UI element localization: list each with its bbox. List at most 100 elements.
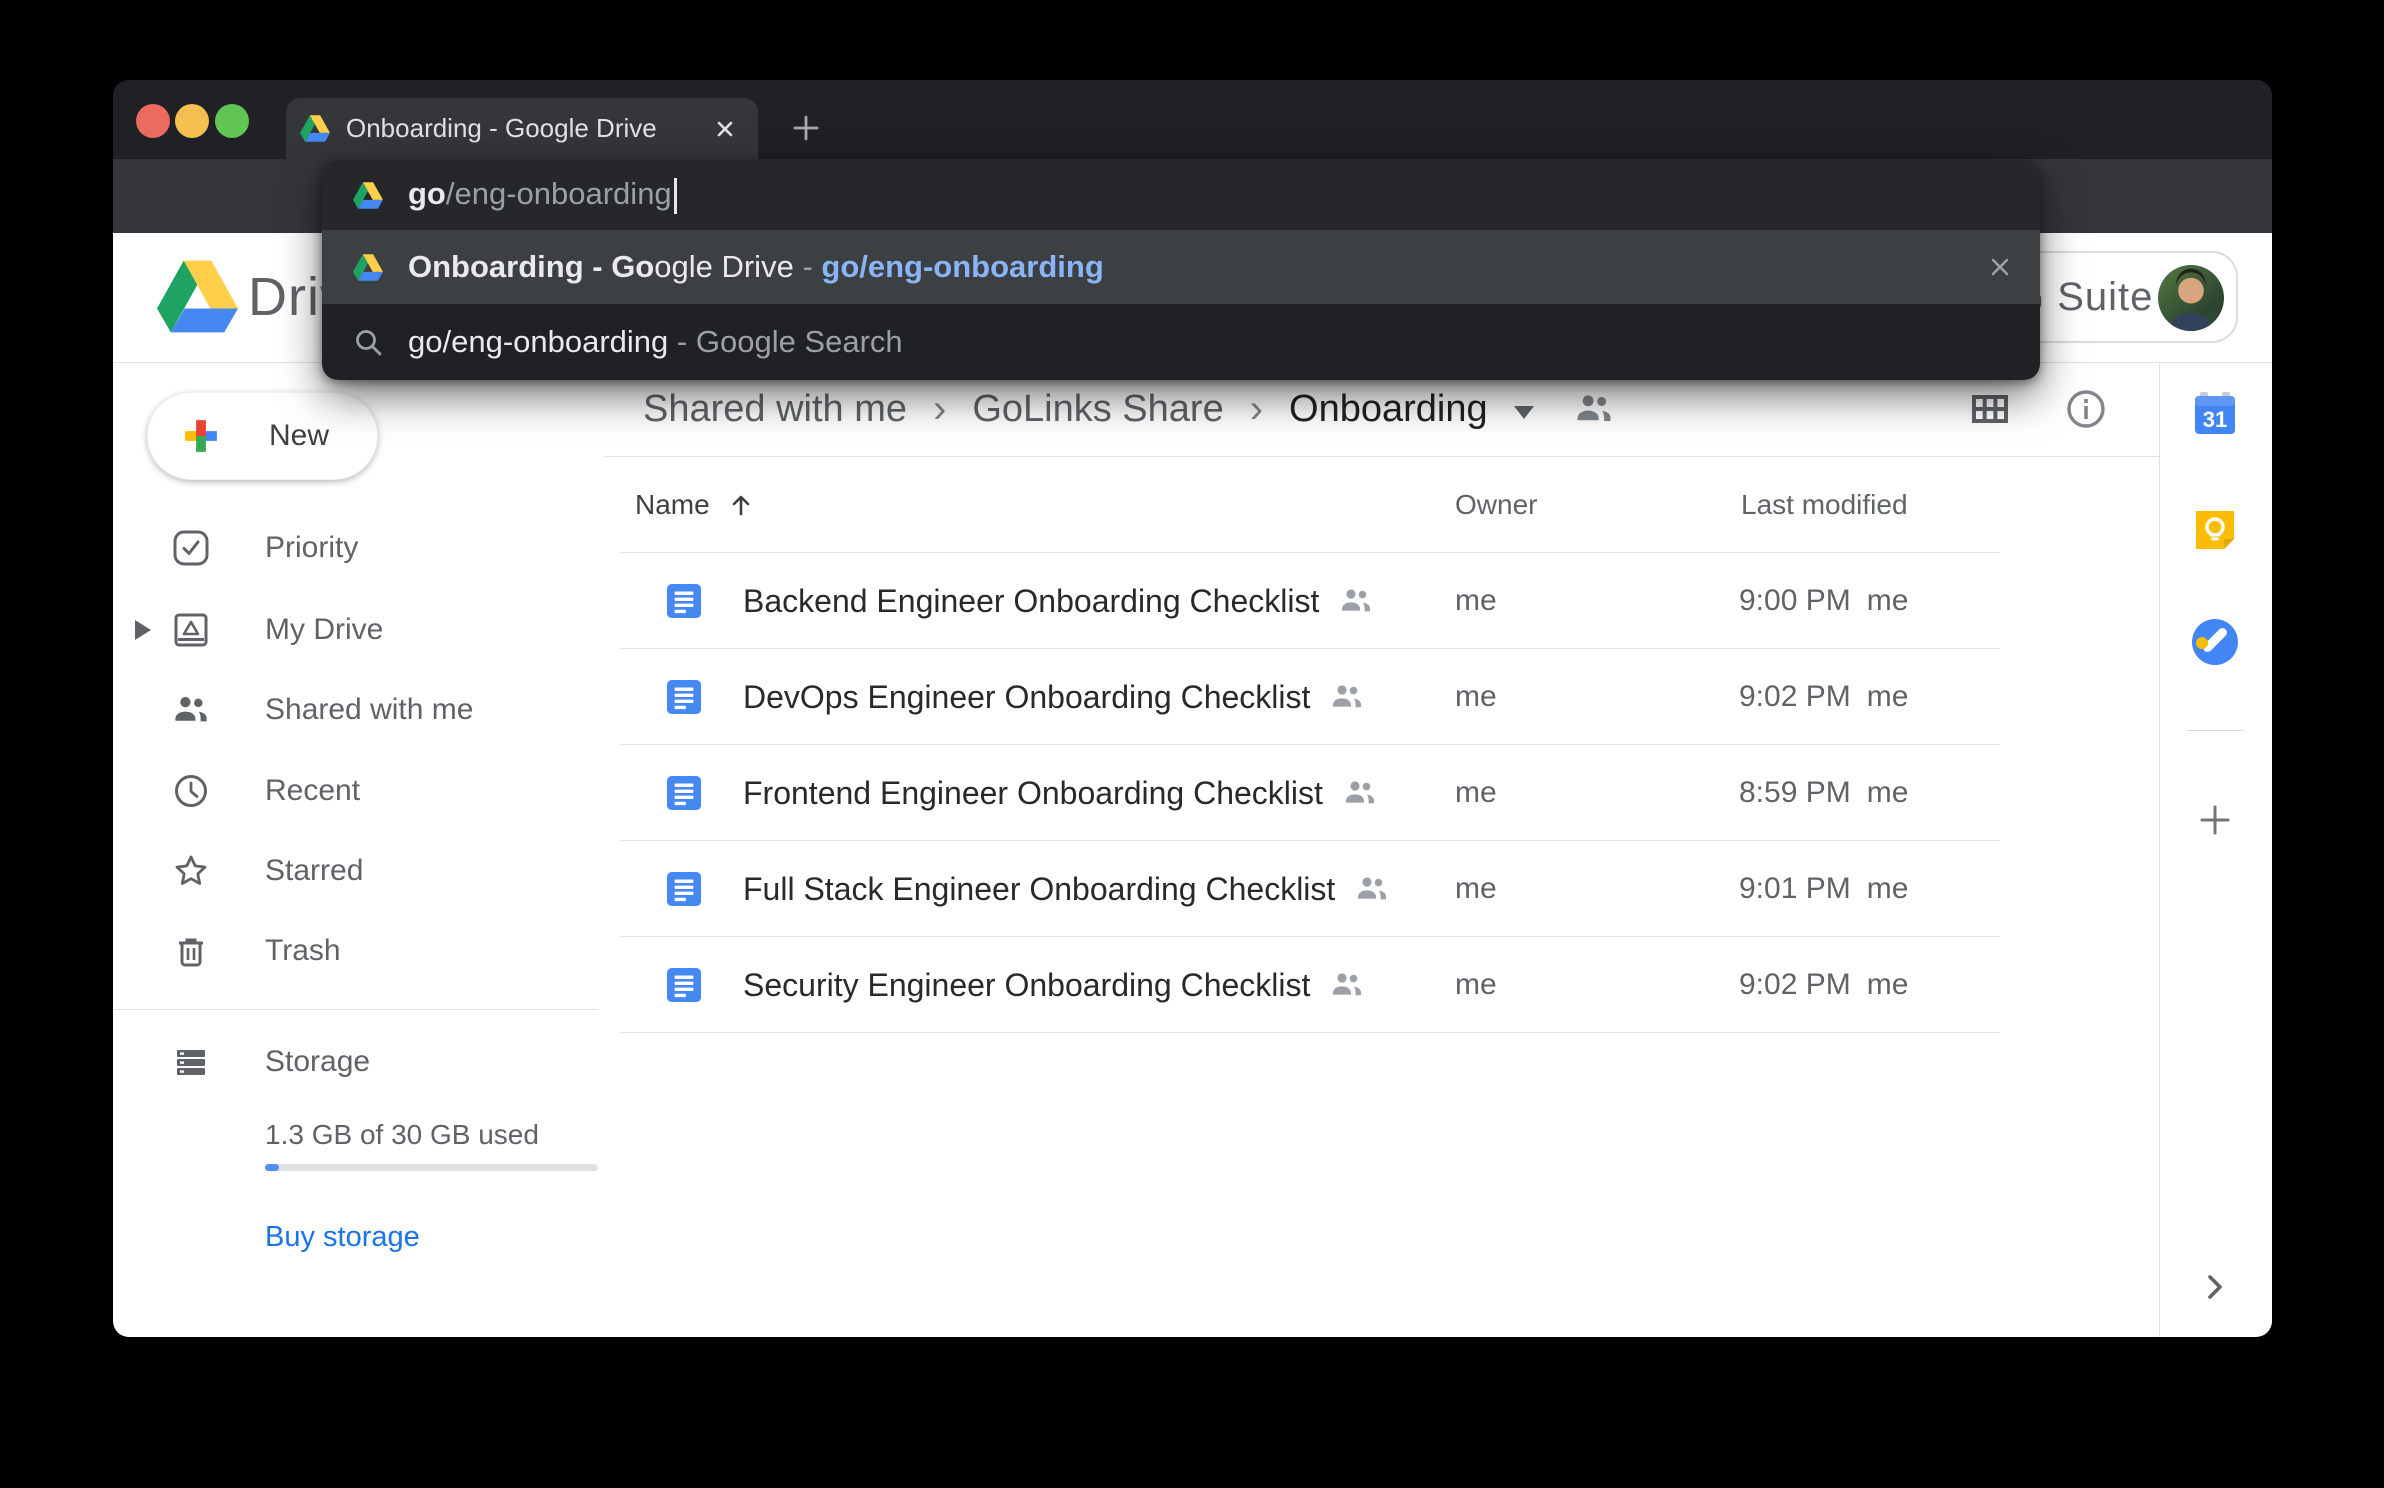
omnibox-dropdown: go/eng-onboarding Onboarding - Google Dr… [322,160,2040,380]
google-calendar-icon[interactable]: 31 [2192,390,2238,436]
google-doc-icon [667,584,701,618]
storage-progress-track [265,1164,598,1171]
google-doc-icon [667,872,701,906]
column-header-name[interactable]: Name [635,456,754,553]
file-modified: 9:01 PMme [1739,841,1908,937]
file-owner: me [1455,745,1497,841]
sidebar-item-starred[interactable]: Starred [113,831,593,911]
storage-icon [172,1043,210,1081]
suggestion-google-search[interactable]: go/eng-onboarding - Google Search [322,304,2040,380]
sort-ascending-icon[interactable] [728,492,754,518]
file-row[interactable]: Full Stack Engineer Onboarding Checklist… [620,841,2000,937]
folder-menu-caret-icon[interactable] [1514,406,1534,419]
sidebar-label: Recent [265,774,360,808]
suggestion-drive-link[interactable]: Onboarding - Google Drive - go/eng-onboa… [322,230,2040,304]
tab-strip: Onboarding - Google Drive [113,80,2272,159]
trash-icon [172,932,210,970]
my-drive-icon [172,611,210,649]
side-panel-divider [2159,362,2160,1337]
sidebar-label: My Drive [265,613,383,647]
breadcrumb-golinks-share[interactable]: GoLinks Share [972,388,1223,431]
sidebar-label: Priority [265,531,358,565]
file-modified: 9:02 PMme [1739,937,1908,1033]
file-name: Full Stack Engineer Onboarding Checklist [743,871,1335,908]
sidebar-label: Starred [265,854,363,888]
panel-divider [2187,730,2243,731]
file-row[interactable]: Security Engineer Onboarding Checklist m… [620,937,2000,1033]
google-tasks-icon[interactable] [2190,617,2240,667]
expand-arrow-icon[interactable] [135,620,151,640]
storage-usage-text: 1.3 GB of 30 GB used [265,1119,539,1151]
table-header-row: Name Owner Last modified [620,456,2000,553]
sidebar-item-shared-with-me[interactable]: Shared with me [113,670,593,750]
shared-indicator-icon [1330,680,1364,714]
sidebar-item-trash[interactable]: Trash [113,911,593,991]
new-tab-button[interactable] [791,113,821,143]
shared-people-icon [172,691,210,729]
file-name: Security Engineer Onboarding Checklist [743,967,1310,1004]
suggestion-text: Onboarding - Google Drive - go/eng-onboa… [408,249,1104,285]
maximize-window-button[interactable] [215,104,249,138]
sidebar-item-storage[interactable]: Storage [113,1022,593,1102]
breadcrumb-shared-with-me[interactable]: Shared with me [643,388,907,431]
sidebar-item-recent[interactable]: Recent [113,751,593,831]
close-tab-icon[interactable] [711,115,739,143]
file-modified: 8:59 PMme [1739,745,1908,841]
file-name: Frontend Engineer Onboarding Checklist [743,775,1323,812]
new-button[interactable]: New [147,392,378,480]
priority-icon [172,529,210,567]
sidebar-label: Shared with me [265,693,473,727]
shared-indicator-icon [1330,968,1364,1002]
clock-icon [172,772,210,810]
file-owner: me [1455,937,1497,1033]
drive-favicon [300,115,330,142]
sidebar-divider [113,1009,598,1010]
sidebar-label: Trash [265,934,341,968]
file-name: DevOps Engineer Onboarding Checklist [743,679,1310,716]
new-button-label: New [269,419,329,453]
file-row[interactable]: Frontend Engineer Onboarding Checklist m… [620,745,2000,841]
get-addons-plus-icon[interactable] [2197,802,2233,838]
shared-indicator-icon [1339,584,1373,618]
close-window-button[interactable] [136,104,170,138]
file-table: Name Owner Last modified Backend Enginee… [620,456,2000,1033]
drive-favicon [353,182,383,209]
remove-suggestion-icon[interactable] [1985,252,2015,282]
tab-title: Onboarding - Google Drive [346,113,657,144]
file-owner: me [1455,553,1497,649]
shared-indicator-icon [1355,872,1389,906]
buy-storage-link[interactable]: Buy storage [265,1221,420,1254]
drive-logo [157,260,238,333]
storage-progress-fill [265,1164,279,1171]
hide-panel-chevron-icon[interactable] [2197,1269,2233,1305]
folder-shared-icon [1574,389,1614,429]
file-row[interactable]: DevOps Engineer Onboarding Checklist me … [620,649,2000,745]
info-icon[interactable] [2065,388,2107,430]
google-doc-icon [667,680,701,714]
omnibox[interactable]: go/eng-onboarding [322,160,2040,230]
storage-label: Storage [265,1045,370,1079]
search-icon [353,327,383,357]
browser-tab[interactable]: Onboarding - Google Drive [286,98,758,159]
file-modified: 9:00 PMme [1739,553,1908,649]
grid-view-icon[interactable] [1969,388,2011,430]
column-header-owner[interactable]: Owner [1455,456,1537,553]
column-header-modified[interactable]: Last modified [1741,456,1908,553]
sidebar-item-my-drive[interactable]: My Drive [113,590,593,670]
file-row[interactable]: Backend Engineer Onboarding Checklist me… [620,553,2000,649]
account-avatar[interactable] [2158,265,2224,331]
drive-page: Drive G Suite New [113,233,2272,1337]
breadcrumb-separator-icon: › [933,387,946,432]
star-icon [172,852,210,890]
shared-indicator-icon [1343,776,1377,810]
drive-favicon [353,254,383,281]
sidebar-item-priority[interactable]: Priority [113,508,593,588]
minimize-window-button[interactable] [175,104,209,138]
omnibox-text: go/eng-onboarding [408,176,677,214]
new-plus-icon [179,414,223,458]
svg-text:31: 31 [2203,407,2227,432]
google-keep-icon[interactable] [2192,507,2238,553]
breadcrumb-onboarding[interactable]: Onboarding [1289,388,1488,431]
file-modified: 9:02 PMme [1739,649,1908,745]
browser-window: Onboarding - Google Drive [113,80,2272,1337]
